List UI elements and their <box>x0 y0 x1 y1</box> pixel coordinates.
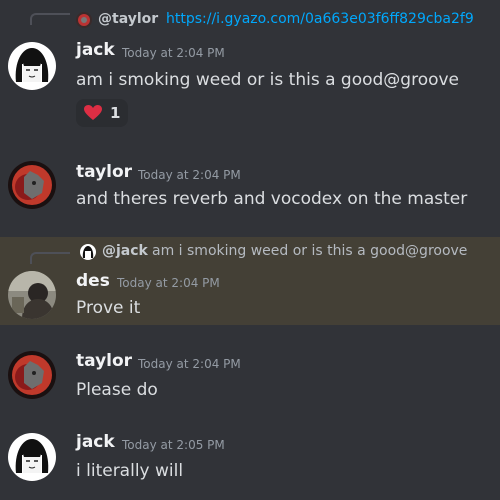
message-author[interactable]: taylor <box>76 162 132 182</box>
message-content: and theres reverb and vocodex on the mas… <box>76 189 468 209</box>
message-item[interactable]: taylor Today at 2:04 PM Please do <box>0 340 500 420</box>
avatar-icon <box>8 42 56 90</box>
message-content: am i smoking weed or is this a good@groo… <box>76 70 460 90</box>
reply-text[interactable]: am i smoking weed or is this a good@groo… <box>152 243 467 259</box>
reply-avatar[interactable] <box>80 244 96 260</box>
message-timestamp: Today at 2:04 PM <box>117 276 220 290</box>
message-content: i literally will <box>76 461 184 481</box>
avatar[interactable] <box>8 271 56 319</box>
message-content: Please do <box>76 380 158 400</box>
reply-link[interactable]: https://i.gyazo.com/0a663e03f6ff829cba2f… <box>166 11 474 27</box>
message-item[interactable]: jack Today at 2:05 PM i literally will <box>0 420 500 500</box>
message-item[interactable]: @jack am i smoking weed or is this a goo… <box>0 237 500 325</box>
avatar[interactable] <box>8 42 56 90</box>
message-item[interactable]: taylor Today at 2:04 PM and theres rever… <box>0 150 500 230</box>
avatar[interactable] <box>8 351 56 399</box>
message-author[interactable]: taylor <box>76 351 132 371</box>
reaction-button[interactable]: 1 <box>76 99 129 127</box>
avatar[interactable] <box>8 161 56 209</box>
message-item[interactable]: @taylor https://i.gyazo.com/0a663e03f6ff… <box>0 0 500 140</box>
message-timestamp: Today at 2:04 PM <box>138 357 241 371</box>
reply-author[interactable]: @jack <box>102 243 148 259</box>
reply-avatar[interactable] <box>76 12 92 28</box>
message-author[interactable]: jack <box>76 432 115 452</box>
avatar-icon <box>8 161 56 209</box>
avatar-icon <box>80 244 96 260</box>
heart-icon <box>84 105 102 120</box>
reply-connector <box>30 13 70 25</box>
message-author[interactable]: des <box>76 271 110 291</box>
avatar-icon <box>8 351 56 399</box>
reply-author[interactable]: @taylor <box>98 11 158 27</box>
avatar-icon <box>8 433 56 481</box>
message-timestamp: Today at 2:04 PM <box>138 168 241 182</box>
message-timestamp: Today at 2:04 PM <box>122 46 225 60</box>
message-content: Prove it <box>76 298 141 318</box>
avatar-icon <box>8 271 56 319</box>
reaction-count: 1 <box>110 104 121 122</box>
avatar[interactable] <box>8 433 56 481</box>
avatar-icon <box>76 12 92 28</box>
message-author[interactable]: jack <box>76 40 115 60</box>
chat-message-list: @taylor https://i.gyazo.com/0a663e03f6ff… <box>0 0 500 500</box>
reply-connector <box>30 252 70 264</box>
message-timestamp: Today at 2:05 PM <box>122 438 225 452</box>
